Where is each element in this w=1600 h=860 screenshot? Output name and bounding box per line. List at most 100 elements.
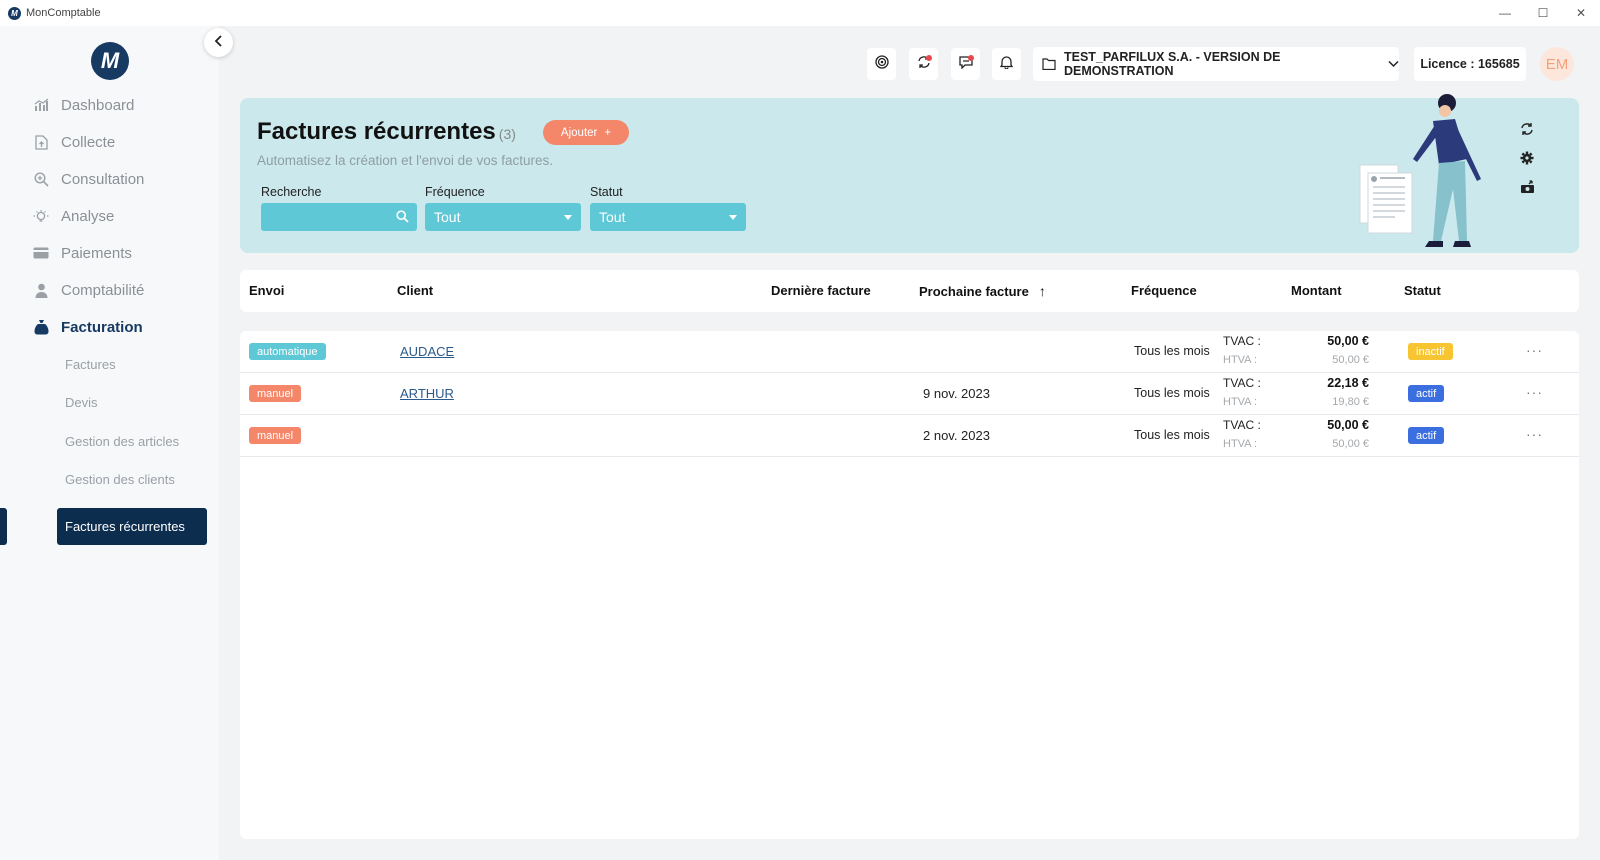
column-header-statut[interactable]: Statut [1404,283,1441,298]
user-icon [33,282,49,298]
chevron-left-icon [214,34,224,52]
status-badge: actif [1408,427,1445,444]
export-icon[interactable] [1518,178,1536,196]
sidebar-item-label: Paiements [61,244,132,262]
column-header-frequence[interactable]: Fréquence [1131,283,1197,298]
status-select[interactable]: Tout [590,203,746,231]
htva-label: HTVA : [1223,354,1258,366]
lightbulb-icon [33,208,49,224]
tvac-amount: 22,18 € [1327,376,1369,390]
frequency-select[interactable]: Tout [425,203,581,231]
column-header-client[interactable]: Client [397,283,433,298]
target-button[interactable] [867,48,896,80]
notification-dot [968,55,974,61]
sidebar-item-label: Analyse [61,207,115,225]
client-link[interactable]: ARTHUR [400,386,454,401]
htva-label: HTVA : [1223,396,1258,408]
sidebar-subitem-factures[interactable]: Factures [65,355,116,373]
table-row[interactable]: manuel ARTHUR 9 nov. 2023 Tous les mois … [240,373,1579,415]
chart-icon [33,97,49,113]
more-icon[interactable]: ··· [1526,426,1543,442]
avatar[interactable]: EM [1540,47,1574,81]
tvac-label: TVAC : [1223,376,1261,390]
next-invoice-date: 9 nov. 2023 [923,386,990,401]
status-badge: actif [1408,385,1445,402]
minimize-button[interactable]: — [1486,0,1524,26]
tvac-amount: 50,00 € [1327,334,1369,348]
search-label: Recherche [261,185,322,199]
sidebar-item-consultation[interactable]: Consultation [33,168,144,190]
notification-dot [926,55,932,61]
sidebar-item-label: Comptabilité [61,281,145,299]
gear-icon[interactable] [1518,149,1536,167]
messages-button[interactable] [951,48,980,80]
notifications-button[interactable] [992,48,1021,80]
add-button-label: Ajouter [560,126,598,139]
table-header: Envoi Client Dernière facture Prochaine … [240,270,1579,312]
envoi-badge: manuel [249,385,302,402]
caret-down-icon [729,215,737,220]
collapse-sidebar-button[interactable] [204,28,233,57]
tvac-label: TVAC : [1223,334,1261,348]
column-header-envoi[interactable]: Envoi [249,283,284,298]
status-badge: inactif [1408,343,1453,360]
column-header-derniere-facture[interactable]: Dernière facture [771,283,871,298]
brand-logo[interactable]: M [91,42,129,80]
sidebar-item-dashboard[interactable]: Dashboard [33,94,134,116]
maximize-button[interactable]: ☐ [1524,0,1562,26]
column-header-montant[interactable]: Montant [1291,283,1342,298]
company-selector[interactable]: TEST_PARFILUX S.A. - VERSION DE DEMONSTR… [1033,47,1399,81]
search-icon [396,210,409,226]
target-icon [874,54,889,74]
page-title: Factures récurrentes (3) [257,118,516,146]
close-button[interactable]: ✕ [1562,0,1600,26]
bell-icon [999,55,1014,74]
sidebar-subitem-articles[interactable]: Gestion des articles [65,432,179,450]
active-item-marker [0,508,7,545]
folder-icon [1042,58,1056,70]
frequency-cell: Tous les mois [1134,428,1210,442]
htva-amount: 50,00 € [1332,354,1369,366]
sidebar-item-comptabilite[interactable]: Comptabilité [33,279,144,301]
client-link[interactable]: AUDACE [400,344,454,359]
chevron-down-icon [1388,57,1399,71]
sidebar: M Dashboard Collecte Consultation Analys… [0,26,219,860]
sidebar-subitem-devis[interactable]: Devis [65,393,98,411]
app-logo-icon: M [8,6,21,20]
sync-button[interactable] [909,48,938,80]
envoi-badge: manuel [249,427,302,444]
table-body: automatique AUDACE Tous les mois TVAC : … [240,331,1579,839]
add-button[interactable]: Ajouter + [543,120,629,145]
sidebar-item-label: Consultation [61,170,145,188]
page-header: Factures récurrentes (3) Ajouter + Automa… [240,94,1579,253]
window-title: MonComptable [26,7,101,19]
more-icon[interactable]: ··· [1526,384,1543,400]
refresh-icon[interactable] [1518,120,1536,138]
main-content: TEST_PARFILUX S.A. - VERSION DE DEMONSTR… [219,26,1600,860]
sidebar-subitem-factures-recurrentes[interactable]: Factures récurrentes [57,508,207,545]
htva-amount: 50,00 € [1332,438,1369,450]
search-input[interactable] [261,203,417,231]
search-plus-icon [33,171,49,187]
table-row[interactable]: manuel 2 nov. 2023 Tous les mois TVAC : … [240,415,1579,457]
caret-down-icon [564,215,572,220]
sidebar-item-analyse[interactable]: Analyse [33,205,114,227]
sidebar-item-collecte[interactable]: Collecte [33,131,115,153]
licence-badge: Licence : 165685 [1414,47,1526,81]
window-titlebar: M MonComptable — ☐ ✕ [0,0,1600,26]
column-header-prochaine-facture[interactable]: Prochaine facture ↑ [919,283,1046,299]
item-count: (3) [498,126,516,142]
status-label: Statut [590,185,623,199]
frequency-cell: Tous les mois [1134,344,1210,358]
sidebar-item-paiements[interactable]: Paiements [33,242,132,264]
table-row[interactable]: automatique AUDACE Tous les mois TVAC : … [240,331,1579,373]
sort-ascending-icon: ↑ [1038,283,1046,299]
plus-icon: + [604,126,612,139]
more-icon[interactable]: ··· [1526,342,1543,358]
frequency-label: Fréquence [425,185,485,199]
sidebar-item-label: Collecte [61,133,116,151]
sidebar-item-facturation[interactable]: Facturation [33,316,143,338]
column-header-label: Prochaine facture [919,283,1029,299]
frequency-cell: Tous les mois [1134,386,1210,400]
sidebar-subitem-clients[interactable]: Gestion des clients [65,470,175,488]
